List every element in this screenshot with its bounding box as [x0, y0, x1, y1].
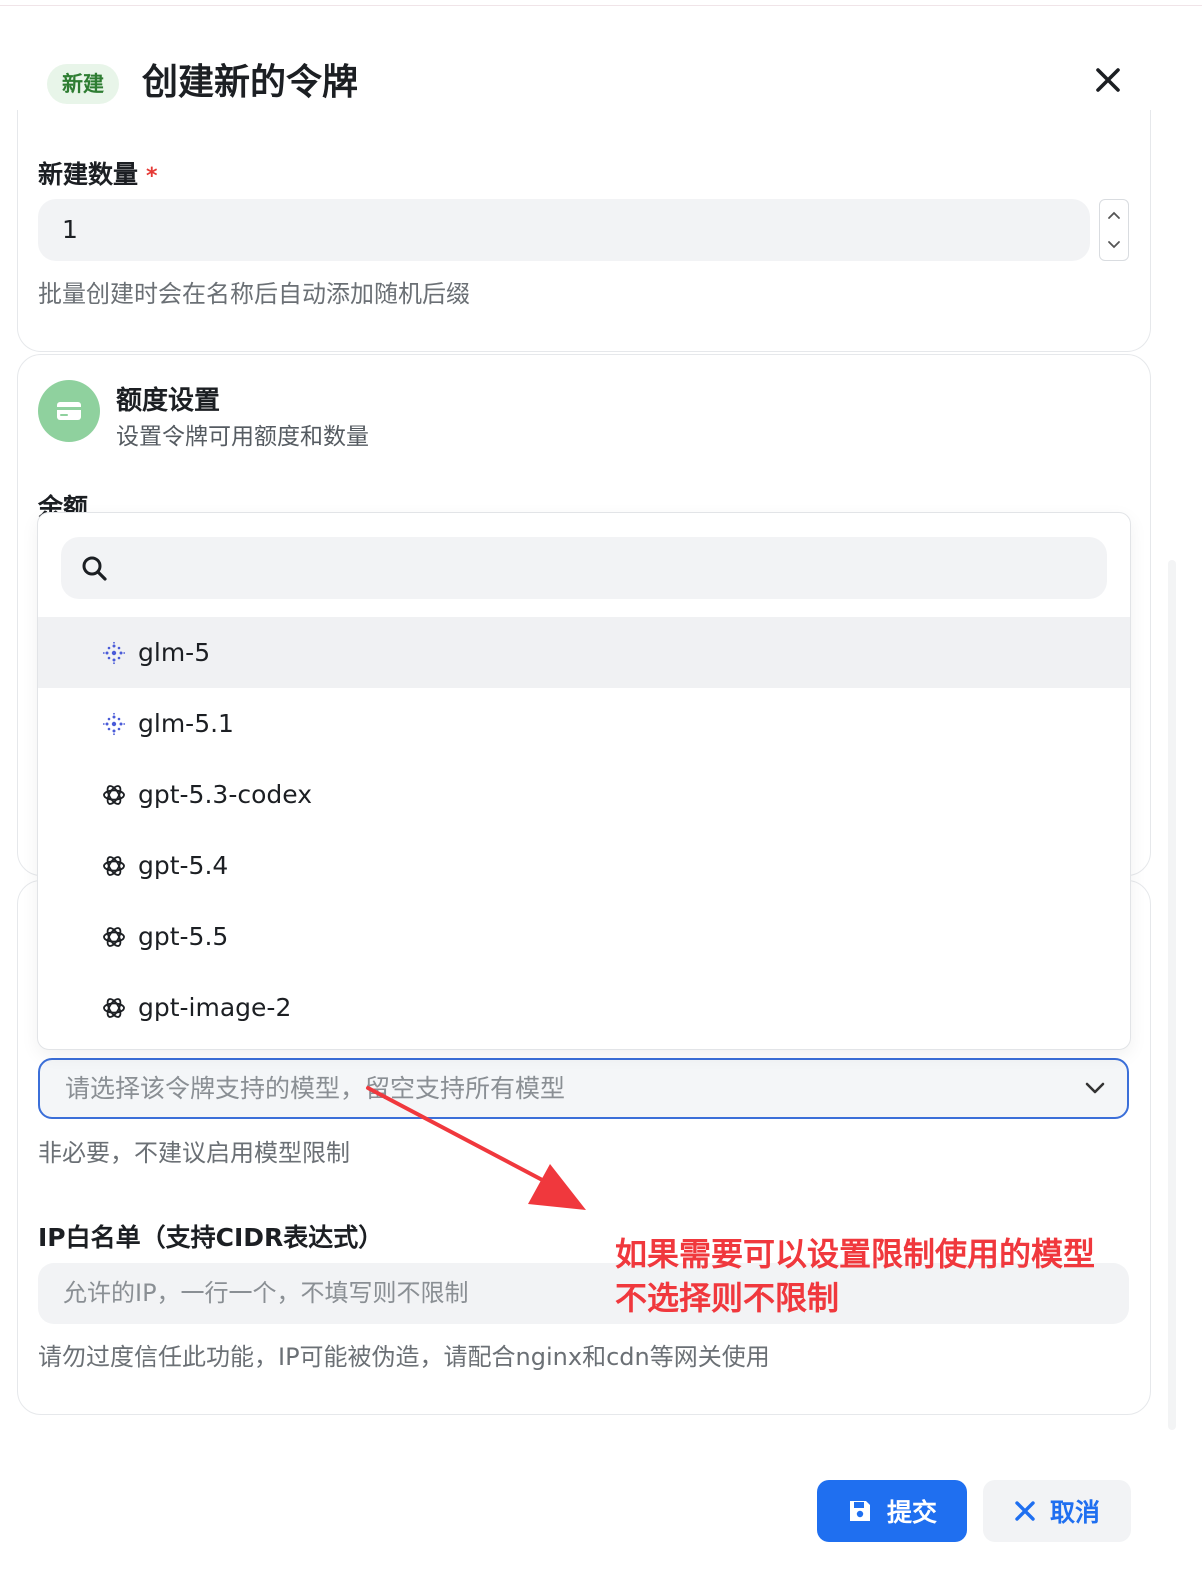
model-option-label: gpt-image-2 [138, 993, 292, 1022]
model-option-label: glm-5.1 [138, 709, 234, 738]
model-dropdown: glm-5 glm-5.1 gpt-5.3-codex gpt-5.4 gpt-… [37, 512, 1131, 1050]
model-option[interactable]: gpt-5.5 [38, 901, 1130, 972]
annotation-note: 如果需要可以设置限制使用的模型 不选择则不限制 [615, 1232, 1095, 1320]
model-option-list: glm-5 glm-5.1 gpt-5.3-codex gpt-5.4 gpt-… [38, 617, 1130, 1043]
submit-label: 提交 [886, 1498, 937, 1527]
model-option-label: gpt-5.5 [138, 922, 229, 951]
zhipu-icon [100, 639, 128, 667]
close-icon [1015, 1501, 1035, 1521]
openai-icon [100, 781, 128, 809]
openai-icon [100, 923, 128, 951]
zhipu-icon [100, 710, 128, 738]
count-hint: 批量创建时会在名称后自动添加随机后缀 [38, 280, 470, 308]
count-input[interactable]: 1 [38, 199, 1090, 261]
model-option[interactable]: glm-5 [38, 617, 1130, 688]
model-option-label: gpt-5.4 [138, 851, 229, 880]
model-option-label: glm-5 [138, 638, 211, 667]
model-select-hint: 非必要，不建议启用模型限制 [38, 1139, 350, 1167]
model-option[interactable]: gpt-image-2 [38, 972, 1130, 1043]
close-icon [1096, 68, 1120, 92]
cancel-button[interactable]: 取消 [983, 1480, 1131, 1542]
chevron-down-icon [1085, 1082, 1105, 1094]
model-select-placeholder: 请选择该令牌支持的模型，留空支持所有模型 [65, 1074, 566, 1103]
openai-icon [100, 852, 128, 880]
increment-button[interactable] [1100, 200, 1128, 230]
count-label: 新建数量 * [38, 160, 158, 189]
model-search-input[interactable] [61, 537, 1107, 599]
close-button[interactable] [1090, 62, 1126, 98]
required-mark: * [146, 164, 158, 189]
credit-card-icon [38, 380, 100, 442]
ip-whitelist-hint: 请勿过度信任此功能，IP可能被伪造，请配合nginx和cdn等网关使用 [38, 1343, 770, 1371]
openai-icon [100, 994, 128, 1022]
chevron-up-icon [1108, 211, 1120, 219]
modal-title: 创建新的令牌 [142, 62, 359, 103]
annotation-line-1: 如果需要可以设置限制使用的模型 [615, 1235, 1096, 1273]
cancel-label: 取消 [1049, 1498, 1100, 1527]
quota-section-subtitle: 设置令牌可用额度和数量 [116, 424, 369, 450]
submit-button[interactable]: 提交 [817, 1480, 967, 1542]
new-tag: 新建 [47, 64, 119, 104]
annotation-line-2: 不选择则不限制 [615, 1279, 840, 1317]
chevron-down-icon [1108, 241, 1120, 249]
count-stepper [1099, 199, 1129, 261]
model-option-label: gpt-5.3-codex [138, 780, 312, 809]
model-option[interactable]: gpt-5.3-codex [38, 759, 1130, 830]
search-icon [82, 556, 107, 581]
model-option[interactable]: glm-5.1 [38, 688, 1130, 759]
quota-section-title: 额度设置 [116, 386, 221, 416]
ip-whitelist-label: IP白名单（支持CIDR表达式） [38, 1223, 384, 1252]
model-select[interactable]: 请选择该令牌支持的模型，留空支持所有模型 [38, 1058, 1129, 1119]
model-option[interactable]: gpt-5.4 [38, 830, 1130, 901]
decrement-button[interactable] [1100, 230, 1128, 260]
save-icon [849, 1501, 870, 1521]
scrollbar[interactable] [1168, 560, 1176, 1430]
